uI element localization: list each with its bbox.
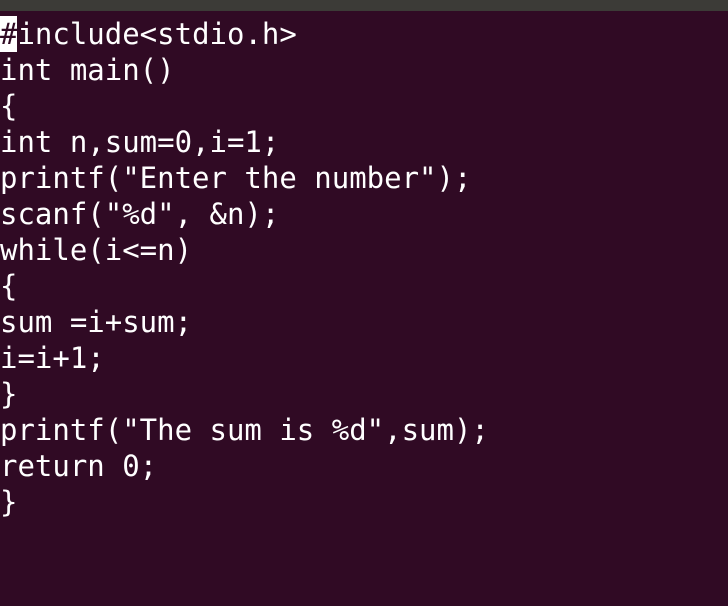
code-line-13: return 0;	[0, 449, 158, 483]
code-line-9: sum =i+sum;	[0, 305, 193, 339]
code-line-14: }	[0, 485, 18, 519]
code-line-5: printf("Enter the number");	[0, 161, 472, 195]
code-line-8: {	[0, 269, 18, 303]
code-line-text: include<stdio.h>	[17, 17, 297, 51]
code-line-4: int n,sum=0,i=1;	[0, 125, 280, 159]
code-line-3: {	[0, 89, 18, 123]
code-line-11: }	[0, 377, 18, 411]
code-line-1: #include<stdio.h>	[0, 16, 297, 52]
text-cursor: #	[0, 16, 18, 52]
code-line-2: int main()	[0, 53, 175, 87]
code-line-7: while(i<=n)	[0, 233, 193, 267]
code-line-10: i=i+1;	[0, 341, 105, 375]
code-line-12: printf("The sum is %d",sum);	[0, 413, 489, 447]
window-title-strip	[0, 0, 728, 11]
code-line-6: scanf("%d", &n);	[0, 197, 280, 231]
code-editor[interactable]: #include<stdio.h> int main() { int n,sum…	[0, 14, 728, 606]
